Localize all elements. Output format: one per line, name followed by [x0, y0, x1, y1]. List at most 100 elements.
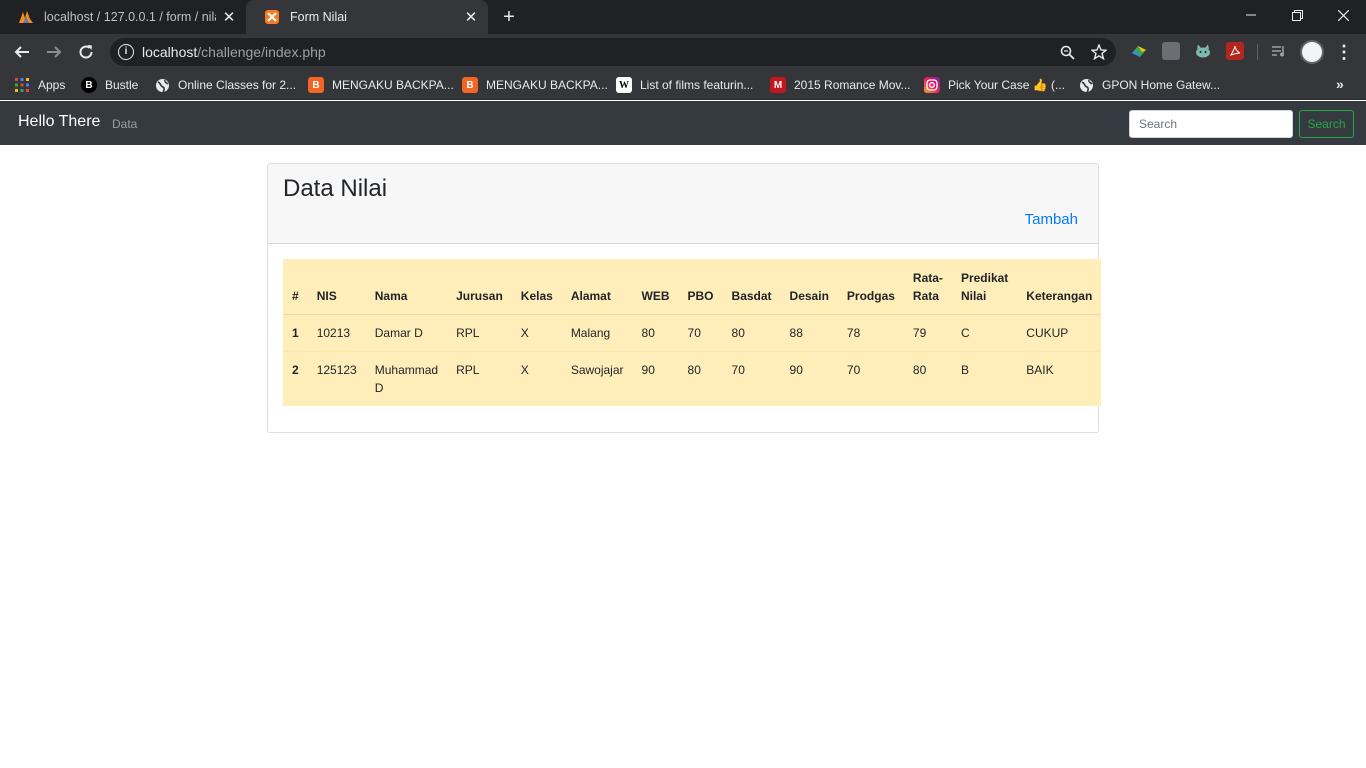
address-bar[interactable]: i localhost/challenge/index.php	[110, 38, 1116, 66]
nis-cell: 125123	[307, 351, 366, 406]
toolbar-divider	[1257, 44, 1258, 60]
alamat-cell: Sawojajar	[561, 351, 633, 406]
column-header: Alamat	[561, 259, 633, 315]
table-row: 2 125123 Muhammad D RPL X Sawojajar 90 8…	[283, 351, 1102, 406]
pdf-extension-icon[interactable]	[1226, 42, 1244, 60]
bustle-icon: B	[81, 77, 97, 93]
search-button[interactable]: Search	[1299, 110, 1354, 138]
rata-rata-cell: 80	[903, 351, 952, 406]
alamat-cell: Malang	[561, 314, 633, 352]
extension-colorful-icon[interactable]	[1130, 42, 1148, 60]
web-cell: 80	[632, 314, 679, 352]
back-arrow-icon[interactable]	[10, 40, 34, 64]
data-nilai-card: Data Nilai Tambah # NIS Nama Jurusan Kel…	[267, 163, 1102, 433]
row-number-cell: 1	[283, 314, 308, 352]
nama-cell: Muhammad D	[365, 351, 448, 406]
forward-arrow-icon[interactable]	[42, 40, 66, 64]
web-cell: 90	[632, 351, 679, 406]
chevron-double-right-icon[interactable]: »	[1336, 76, 1344, 92]
browser-toolbar: i localhost/challenge/index.php ⋮	[0, 34, 1366, 70]
site-navbar: Hello There Data Search	[0, 101, 1366, 145]
browser-tab-form-nilai[interactable]: Form Nilai ✕	[246, 0, 488, 34]
site-info-icon[interactable]: i	[118, 44, 134, 60]
keterangan-cell: BAIK	[1017, 351, 1102, 406]
m-icon: M	[770, 77, 786, 93]
bookmark-bustle[interactable]: B Bustle	[81, 76, 138, 94]
bookmark-list-of-films[interactable]: W List of films featurin...	[616, 76, 753, 94]
minimize-icon[interactable]	[1228, 0, 1274, 30]
globe-icon	[154, 77, 170, 93]
apps-grid-icon	[14, 77, 30, 93]
predikat-cell: C	[951, 314, 1018, 352]
column-header: WEB	[632, 259, 679, 315]
bookmark-star-icon[interactable]	[1090, 43, 1108, 61]
nav-link-data[interactable]: Data	[112, 117, 137, 131]
jurusan-cell: RPL	[447, 314, 512, 352]
address-url[interactable]: localhost/challenge/index.php	[142, 44, 326, 60]
nama-cell: Damar D	[365, 314, 448, 352]
rata-rata-cell: 79	[903, 314, 952, 352]
tab-title: Form Nilai	[290, 10, 347, 24]
bookmark-apps[interactable]: Apps	[14, 76, 65, 94]
globe-icon	[1078, 77, 1094, 93]
wikipedia-icon: W	[616, 77, 632, 93]
nis-cell: 10213	[307, 314, 366, 352]
row-number-cell: 2	[283, 351, 308, 406]
xampp-icon	[264, 9, 280, 25]
reload-icon[interactable]	[74, 40, 98, 64]
browser-tab-strip: localhost / 127.0.0.1 / form / nilai ✕ F…	[0, 0, 1366, 34]
extension-square-icon[interactable]	[1162, 42, 1180, 60]
table-row: 1 10213 Damar D RPL X Malang 80 70 80 88…	[283, 314, 1102, 352]
keterangan-cell: CUKUP	[1017, 314, 1102, 352]
jurusan-cell: RPL	[447, 351, 512, 406]
new-tab-icon[interactable]: +	[498, 6, 520, 28]
basdat-cell: 70	[722, 351, 781, 406]
add-link[interactable]: Tambah	[1025, 211, 1078, 228]
column-header: Basdat	[722, 259, 781, 315]
column-header: Predikat Nilai	[951, 259, 1018, 315]
pbo-cell: 70	[678, 314, 723, 352]
bookmark-mengaku-backpa-1[interactable]: B MENGAKU BACKPA...	[308, 76, 454, 94]
phpmyadmin-icon	[18, 9, 34, 25]
card-header: Data Nilai Tambah	[268, 164, 1098, 244]
bookmark-gpon-home-gateway[interactable]: GPON Home Gatew...	[1078, 76, 1220, 94]
prodgas-cell: 78	[837, 314, 904, 352]
bookmark-pick-your-case[interactable]: Pick Your Case 👍 (...	[924, 76, 1065, 94]
browser-tab-phpmyadmin[interactable]: localhost / 127.0.0.1 / form / nilai ✕	[0, 0, 246, 34]
navbar-brand[interactable]: Hello There	[18, 113, 100, 131]
close-tab-icon[interactable]: ✕	[220, 8, 238, 26]
zoom-icon[interactable]	[1058, 43, 1076, 61]
more-menu-icon[interactable]: ⋮	[1334, 40, 1354, 64]
tab-title: localhost / 127.0.0.1 / form / nilai	[44, 10, 216, 24]
grades-table: # NIS Nama Jurusan Kelas Alamat WEB PBO …	[283, 259, 1102, 406]
close-tab-icon[interactable]: ✕	[462, 8, 480, 26]
predikat-cell: B	[951, 351, 1018, 406]
bookmark-online-classes[interactable]: Online Classes for 2...	[154, 76, 296, 94]
column-header: Kelas	[511, 259, 562, 315]
page-title: Data Nilai	[283, 175, 388, 202]
blogger-icon: B	[308, 77, 324, 93]
pbo-cell: 80	[678, 351, 723, 406]
search-input[interactable]	[1129, 110, 1293, 138]
kelas-cell: X	[511, 314, 562, 352]
column-header: Jurusan	[447, 259, 512, 315]
bookmarks-bar: Apps B Bustle Online Classes for 2... B …	[0, 70, 1366, 100]
close-window-icon[interactable]	[1320, 0, 1366, 30]
media-queue-icon[interactable]	[1270, 42, 1288, 60]
desain-cell: 88	[780, 314, 838, 352]
column-header: #	[283, 259, 308, 315]
kelas-cell: X	[511, 351, 562, 406]
bookmark-romance-movies[interactable]: M 2015 Romance Mov...	[770, 76, 911, 94]
column-header: Nama	[365, 259, 448, 315]
table-header-row: # NIS Nama Jurusan Kelas Alamat WEB PBO …	[283, 259, 1102, 315]
bookmark-mengaku-backpa-2[interactable]: B MENGAKU BACKPA...	[462, 76, 608, 94]
extension-cat-icon[interactable]	[1194, 42, 1212, 60]
instagram-icon	[924, 77, 940, 93]
profile-avatar[interactable]	[1300, 40, 1324, 64]
prodgas-cell: 70	[837, 351, 904, 406]
column-header: PBO	[678, 259, 723, 315]
restore-icon[interactable]	[1274, 0, 1320, 30]
desain-cell: 90	[780, 351, 838, 406]
column-header: NIS	[307, 259, 366, 315]
basdat-cell: 80	[722, 314, 781, 352]
